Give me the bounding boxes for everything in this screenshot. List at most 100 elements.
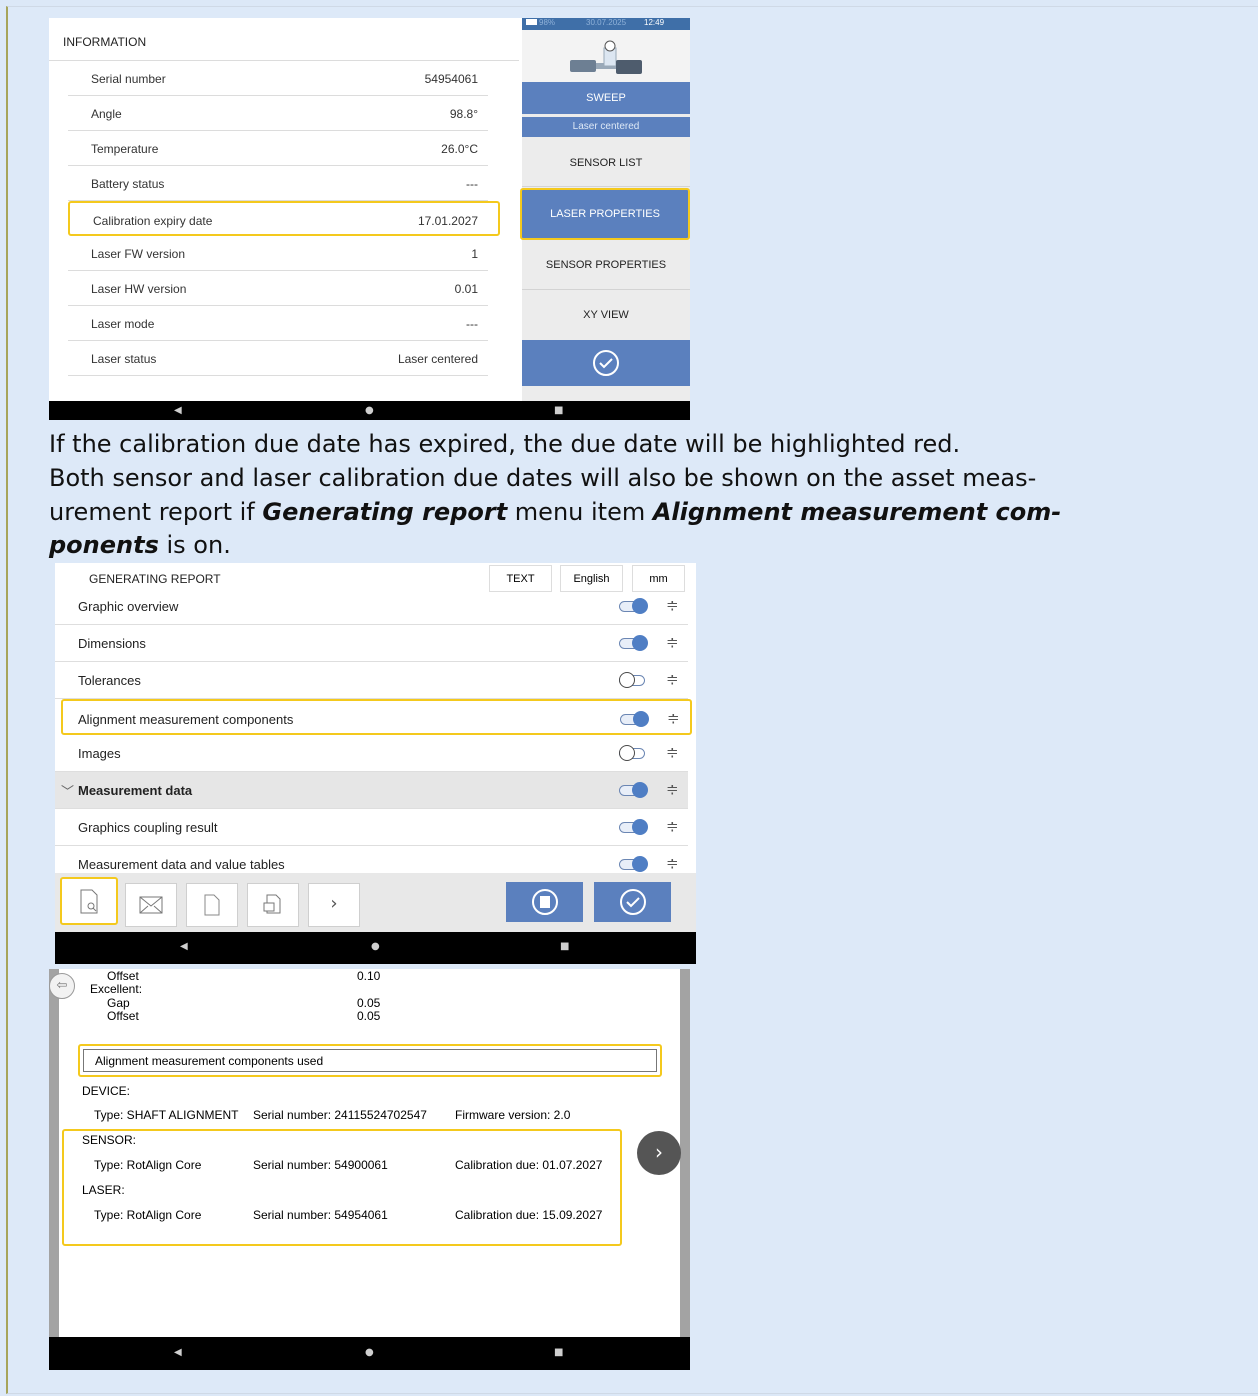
preview-button[interactable] bbox=[60, 877, 118, 925]
back-icon[interactable]: ◀ bbox=[174, 405, 182, 416]
device-firmware: Firmware version: 2.0 bbox=[455, 1108, 571, 1122]
right-menu: 98% 30.07.2025 12:49 SWEEP Laser centere… bbox=[520, 18, 690, 401]
toggle-switch[interactable] bbox=[619, 856, 649, 872]
next-page-button[interactable]: › bbox=[637, 1131, 681, 1175]
report-item[interactable]: Dimensions ≑ bbox=[55, 625, 688, 662]
info-label: Laser FW version bbox=[91, 247, 186, 261]
export-button[interactable] bbox=[186, 883, 238, 927]
android-nav-bar: ◀ ● ■ bbox=[49, 1337, 690, 1370]
info-row: Laser FW version 1 bbox=[68, 236, 488, 271]
confirm-report-button[interactable] bbox=[594, 882, 671, 922]
info-label: Laser HW version bbox=[91, 282, 187, 296]
status-time: 12:49 bbox=[644, 18, 665, 27]
info-label: Battery status bbox=[91, 177, 165, 191]
copy-button[interactable] bbox=[247, 883, 299, 927]
laser-centered-status: Laser centered bbox=[522, 117, 690, 137]
check-circle-icon bbox=[593, 350, 619, 376]
toggle-switch[interactable] bbox=[619, 598, 649, 614]
components-section-header: Alignment measurement components used bbox=[78, 1044, 662, 1077]
body-line-3: urement report if Generating report menu… bbox=[49, 498, 1062, 526]
toggle-switch[interactable] bbox=[619, 782, 649, 798]
android-nav-bar: ◀ ● ■ bbox=[49, 401, 690, 420]
drag-handle-icon[interactable]: ≑ bbox=[666, 743, 679, 761]
info-value: 0.01 bbox=[454, 282, 478, 296]
recent-apps-icon[interactable]: ■ bbox=[560, 941, 569, 952]
info-label: Angle bbox=[91, 107, 122, 121]
drag-handle-icon[interactable]: ≑ bbox=[666, 780, 679, 798]
sensor-properties-button[interactable]: SENSOR PROPERTIES bbox=[522, 240, 690, 290]
drag-handle-icon[interactable]: ≑ bbox=[666, 670, 679, 688]
home-icon[interactable]: ● bbox=[365, 405, 374, 416]
back-icon[interactable]: ◀ bbox=[174, 1347, 182, 1358]
drag-handle-icon[interactable]: ≑ bbox=[666, 817, 679, 835]
report-item[interactable]: Graphic overview ≑ bbox=[55, 588, 688, 625]
info-row: Laser HW version 0.01 bbox=[68, 271, 488, 306]
confirm-button[interactable] bbox=[522, 340, 690, 386]
pdf-button[interactable] bbox=[506, 882, 583, 922]
offset2-label: Offset bbox=[107, 1009, 139, 1023]
toggle-switch[interactable] bbox=[619, 672, 649, 688]
toggle-switch[interactable] bbox=[619, 819, 649, 835]
report-group-measurement-data[interactable]: ﹀ Measurement data ≑ bbox=[55, 772, 688, 809]
info-label: Temperature bbox=[91, 142, 159, 156]
alignment-components-item[interactable]: Alignment measurement components ≑ bbox=[61, 699, 692, 735]
next-button[interactable]: › bbox=[308, 883, 360, 927]
laser-type: Type: RotAlign Core bbox=[94, 1208, 202, 1222]
laser-properties-button[interactable]: LASER PROPERTIES bbox=[520, 188, 690, 240]
drag-handle-icon[interactable]: ≑ bbox=[666, 596, 679, 614]
report-item[interactable]: Tolerances ≑ bbox=[55, 662, 688, 699]
laser-label: LASER: bbox=[82, 1183, 125, 1197]
gap-value: 0.05 bbox=[357, 996, 381, 1010]
report-item[interactable]: Graphics coupling result ≑ bbox=[55, 809, 688, 846]
home-icon[interactable]: ● bbox=[371, 941, 380, 952]
recent-apps-icon[interactable]: ■ bbox=[554, 405, 563, 416]
offset-value: 0.10 bbox=[357, 969, 381, 983]
information-panel: INFORMATION Serial number 54954061 Angle 9… bbox=[49, 18, 522, 401]
home-icon[interactable]: ● bbox=[365, 1347, 374, 1358]
copy-document-icon bbox=[263, 894, 281, 914]
gap-label: Gap bbox=[107, 996, 130, 1010]
body-line-1: If the calibration due date has expired,… bbox=[49, 430, 961, 458]
info-row: Battery status --- bbox=[68, 166, 488, 201]
status-date: 30.07.2025 bbox=[586, 18, 627, 27]
calibration-expiry-value: 17.01.2027 bbox=[417, 214, 478, 228]
info-value: 98.8° bbox=[449, 107, 478, 121]
device-serial: Serial number: 24115524702547 bbox=[253, 1108, 427, 1122]
drag-handle-icon[interactable]: ≑ bbox=[666, 854, 679, 872]
status-bar: 98% 30.07.2025 12:49 bbox=[522, 18, 690, 30]
sensor-label: SENSOR: bbox=[82, 1133, 137, 1147]
sensor-list-button[interactable]: SENSOR LIST bbox=[522, 139, 690, 187]
info-value: Laser centered bbox=[397, 352, 478, 366]
document-icon bbox=[204, 894, 220, 916]
section-title: Alignment measurement components used bbox=[83, 1049, 657, 1072]
info-row: Laser mode --- bbox=[68, 306, 488, 341]
info-label: Laser mode bbox=[91, 317, 155, 331]
email-button[interactable] bbox=[125, 883, 177, 927]
drag-handle-icon[interactable]: ≑ bbox=[667, 709, 680, 727]
xy-view-button[interactable]: XY VIEW bbox=[522, 290, 690, 340]
info-row: Temperature 26.0°C bbox=[68, 131, 488, 166]
info-row: Laser status Laser centered bbox=[68, 341, 488, 376]
back-arrow-icon[interactable]: ⇦ bbox=[49, 973, 75, 999]
sensor-type: Type: RotAlign Core bbox=[94, 1158, 202, 1172]
sensor-calibration-due: Calibration due: 01.07.2027 bbox=[455, 1158, 603, 1172]
toggle-switch[interactable] bbox=[620, 711, 650, 727]
info-value: 26.0°C bbox=[441, 142, 478, 156]
sweep-button[interactable]: SWEEP bbox=[522, 82, 690, 114]
toggle-switch[interactable] bbox=[619, 745, 649, 761]
report-preview-screenshot: Offset 0.10 Excellent: Gap 0.05 Offset 0… bbox=[49, 969, 690, 1370]
android-nav-bar: ◀ ● ■ bbox=[55, 932, 696, 964]
body-line-4: ponents is on. bbox=[49, 531, 231, 559]
sensor-laser-highlight bbox=[62, 1129, 622, 1246]
recent-apps-icon[interactable]: ■ bbox=[554, 1347, 563, 1358]
back-icon[interactable]: ◀ bbox=[180, 941, 188, 952]
drag-handle-icon[interactable]: ≑ bbox=[666, 633, 679, 651]
info-label: Laser status bbox=[91, 352, 157, 366]
info-row: Serial number 54954061 bbox=[68, 61, 488, 96]
toggle-switch[interactable] bbox=[619, 635, 649, 651]
report-item[interactable]: Images ≑ bbox=[55, 735, 688, 772]
preview-icon bbox=[80, 889, 98, 914]
report-title: GENERATING REPORT bbox=[89, 572, 221, 586]
chevron-down-icon[interactable]: ﹀ bbox=[61, 781, 74, 800]
sensor-serial: Serial number: 54900061 bbox=[253, 1158, 388, 1172]
